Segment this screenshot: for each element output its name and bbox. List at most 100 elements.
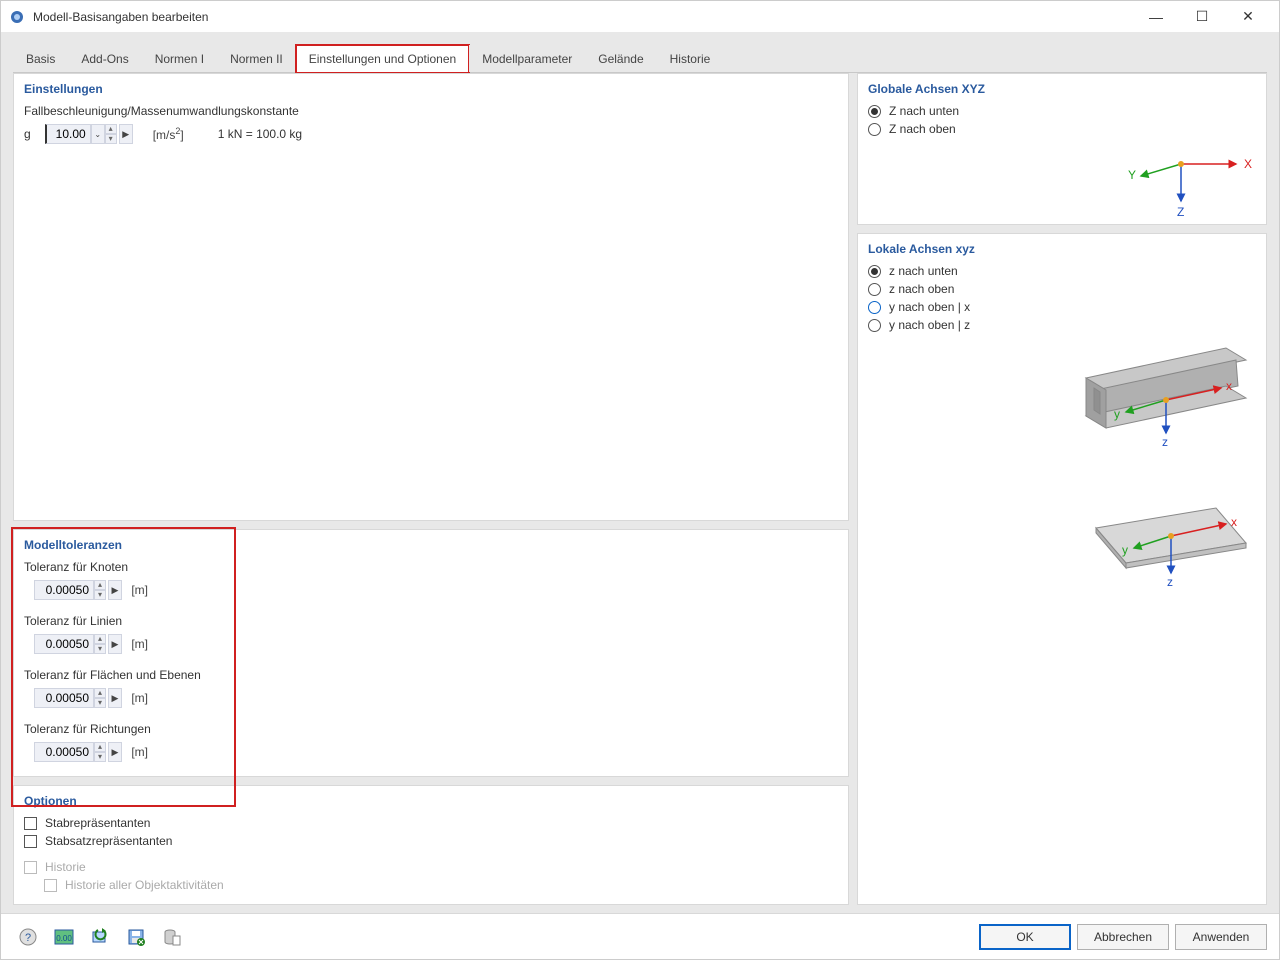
close-button[interactable]: ✕: [1225, 1, 1271, 33]
tol-dirs-unit: [m]: [131, 745, 148, 759]
tol-dirs-play[interactable]: ▶: [108, 742, 122, 762]
tab-modellparameter[interactable]: Modellparameter: [469, 45, 585, 72]
database-button[interactable]: [157, 924, 187, 950]
settings-title: Einstellungen: [24, 82, 838, 96]
tab-normen-ii[interactable]: Normen II: [217, 45, 296, 72]
tol-lines-label: Toleranz für Linien: [24, 614, 838, 628]
tol-nodes-input[interactable]: [34, 580, 94, 600]
tol-dirs-up[interactable]: ▴: [94, 742, 106, 752]
local-z-down[interactable]: z nach unten: [868, 264, 1256, 278]
svg-text:x: x: [1231, 515, 1237, 529]
maximize-button[interactable]: ☐: [1179, 1, 1225, 33]
tol-surfaces-label: Toleranz für Flächen und Ebenen: [24, 668, 838, 682]
tab-bar: Basis Add-Ons Normen I Normen II Einstel…: [13, 45, 1267, 73]
tol-nodes-up[interactable]: ▴: [94, 580, 106, 590]
tab-historie[interactable]: Historie: [657, 45, 724, 72]
g-spin-up[interactable]: ▴: [105, 124, 117, 134]
tol-lines-unit: [m]: [131, 637, 148, 651]
tol-surfaces-play[interactable]: ▶: [108, 688, 122, 708]
g-unit: [m/s2]: [153, 126, 184, 142]
tol-dirs-input[interactable]: [34, 742, 94, 762]
option-historie-all: Historie aller Objektaktivitäten: [44, 878, 838, 892]
global-axes-title: Globale Achsen XYZ: [868, 82, 1256, 96]
checkbox-icon: [24, 861, 37, 874]
surface-diagram: x y z: [868, 488, 1256, 598]
checkbox-icon: [24, 835, 37, 848]
svg-text:y: y: [1114, 407, 1120, 421]
option-historie: Historie: [24, 860, 838, 874]
checkbox-icon: [44, 879, 57, 892]
tol-nodes-unit: [m]: [131, 583, 148, 597]
tol-surfaces-up[interactable]: ▴: [94, 688, 106, 698]
radio-icon: [868, 301, 881, 314]
radio-icon: [868, 283, 881, 296]
save-button[interactable]: [121, 924, 151, 950]
ok-button[interactable]: OK: [979, 924, 1071, 950]
tol-nodes-play[interactable]: ▶: [108, 580, 122, 600]
window-title: Modell-Basisangaben bearbeiten: [33, 10, 1133, 24]
option-historie-all-label: Historie aller Objektaktivitäten: [65, 878, 224, 892]
global-z-down[interactable]: Z nach unten: [868, 104, 1256, 118]
g-label: g: [24, 127, 31, 141]
tol-dirs-label: Toleranz für Richtungen: [24, 722, 838, 736]
g-spin-down[interactable]: ▾: [105, 134, 117, 144]
options-panel: Optionen Stabrepräsentanten Stabsatzrepr…: [13, 785, 849, 905]
tolerances-panel: Modelltoleranzen Toleranz für Knoten ▴▾ …: [13, 529, 849, 777]
minimize-button[interactable]: —: [1133, 1, 1179, 33]
option-stabsatzrep[interactable]: Stabsatzrepräsentanten: [24, 834, 838, 848]
tab-gelaende[interactable]: Gelände: [585, 45, 656, 72]
g-dropdown[interactable]: ⌄: [91, 124, 105, 144]
option-stabrep[interactable]: Stabrepräsentanten: [24, 816, 838, 830]
titlebar: Modell-Basisangaben bearbeiten — ☐ ✕: [1, 1, 1279, 33]
refresh-button[interactable]: [85, 924, 115, 950]
local-z-up[interactable]: z nach oben: [868, 282, 1256, 296]
g-play[interactable]: ▶: [119, 124, 133, 144]
svg-text:z: z: [1162, 435, 1168, 448]
radio-icon: [868, 123, 881, 136]
apply-button[interactable]: Anwenden: [1175, 924, 1267, 950]
help-button[interactable]: ?: [13, 924, 43, 950]
tol-surfaces-down[interactable]: ▾: [94, 698, 106, 708]
tab-einstellungen[interactable]: Einstellungen und Optionen: [296, 45, 469, 73]
units-button[interactable]: 0.00: [49, 924, 79, 950]
radio-icon: [868, 105, 881, 118]
radio-icon: [868, 265, 881, 278]
tol-lines-input[interactable]: [34, 634, 94, 654]
global-axes-panel: Globale Achsen XYZ Z nach unten Z nach o…: [857, 73, 1267, 225]
tol-lines-down[interactable]: ▾: [94, 644, 106, 654]
tolerances-title: Modelltoleranzen: [24, 538, 838, 552]
local-y-up-x-label: y nach oben | x: [889, 300, 970, 314]
g-note: 1 kN = 100.0 kg: [218, 127, 302, 141]
tol-surfaces-input[interactable]: [34, 688, 94, 708]
local-y-up-z[interactable]: y nach oben | z: [868, 318, 1256, 332]
svg-text:z: z: [1167, 575, 1173, 589]
svg-text:y: y: [1122, 543, 1128, 557]
tab-basis[interactable]: Basis: [13, 45, 68, 72]
local-y-up-x[interactable]: y nach oben | x: [868, 300, 1256, 314]
local-z-down-label: z nach unten: [889, 264, 958, 278]
tol-nodes-label: Toleranz für Knoten: [24, 560, 838, 574]
global-z-up-label: Z nach oben: [889, 122, 956, 136]
tab-addons[interactable]: Add-Ons: [68, 45, 141, 72]
radio-icon: [868, 319, 881, 332]
tab-normen-i[interactable]: Normen I: [142, 45, 217, 72]
checkbox-icon: [24, 817, 37, 830]
svg-text:?: ?: [25, 932, 31, 944]
options-title: Optionen: [24, 794, 838, 808]
tol-nodes-down[interactable]: ▾: [94, 590, 106, 600]
global-z-down-label: Z nach unten: [889, 104, 959, 118]
global-z-up[interactable]: Z nach oben: [868, 122, 1256, 136]
beam-diagram: x y z: [868, 338, 1256, 448]
option-historie-label: Historie: [45, 860, 86, 874]
local-axes-title: Lokale Achsen xyz: [868, 242, 1256, 256]
g-input[interactable]: [45, 124, 91, 144]
tol-dirs-down[interactable]: ▾: [94, 752, 106, 762]
cancel-button[interactable]: Abbrechen: [1077, 924, 1169, 950]
tol-lines-up[interactable]: ▴: [94, 634, 106, 644]
tol-surfaces-unit: [m]: [131, 691, 148, 705]
option-stabsatzrep-label: Stabsatzrepräsentanten: [45, 834, 172, 848]
svg-text:Y: Y: [1128, 168, 1136, 182]
tol-lines-play[interactable]: ▶: [108, 634, 122, 654]
settings-desc: Fallbeschleunigung/Massenumwandlungskons…: [24, 104, 838, 118]
svg-text:x: x: [1226, 379, 1232, 393]
